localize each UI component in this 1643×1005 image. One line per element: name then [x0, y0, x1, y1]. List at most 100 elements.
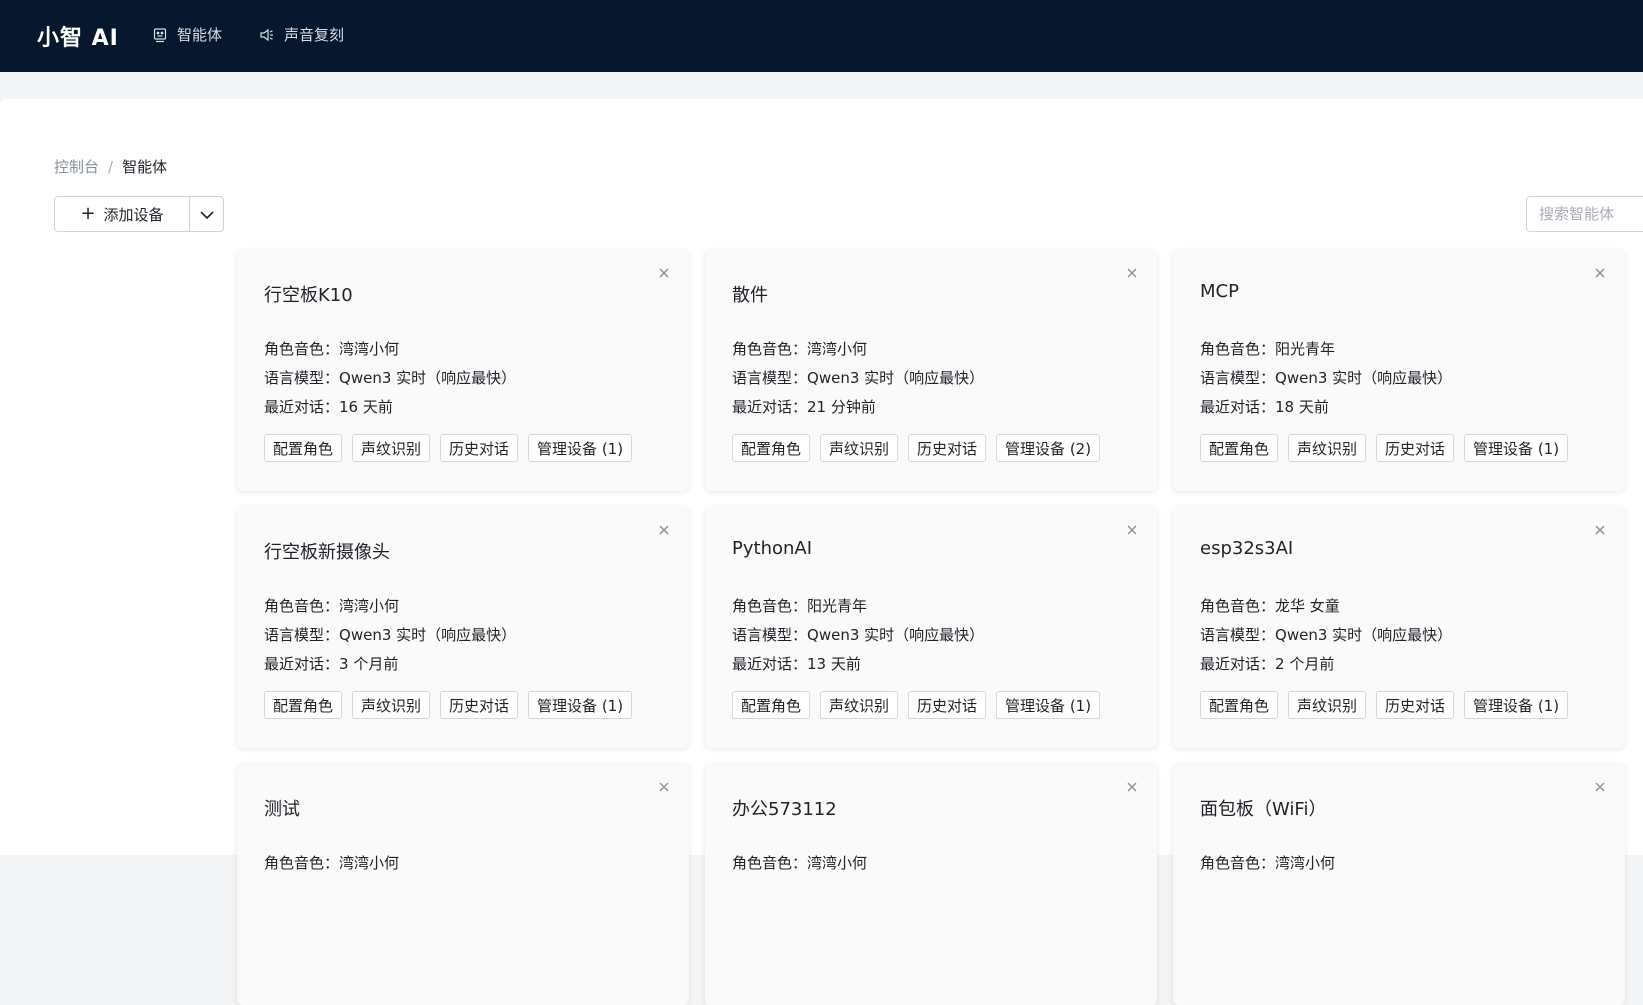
configure-role-button[interactable]: 配置角色: [732, 434, 811, 462]
model-value: Qwen3 实时（响应最快）: [339, 369, 517, 387]
agent-name: 测试: [264, 799, 300, 820]
manage-devices-button[interactable]: 管理设备 (1): [1464, 691, 1569, 719]
agent-info: 角色音色：龙华 女童 语言模型：Qwen3 实时（响应最快） 最近对话：2 个月…: [1200, 592, 1452, 679]
voice-label: 角色音色：: [264, 340, 340, 358]
search-agent-input[interactable]: [1526, 196, 1643, 232]
history-button[interactable]: 历史对话: [440, 434, 519, 462]
configure-role-button[interactable]: 配置角色: [732, 691, 811, 719]
breadcrumb-separator: /: [108, 157, 114, 176]
agent-voice-row: 角色音色：阳光青年: [732, 592, 984, 621]
agent-model-row: 语言模型：Qwen3 实时（响应最快）: [264, 364, 516, 393]
close-icon[interactable]: [657, 780, 671, 794]
manage-devices-button[interactable]: 管理设备 (1): [528, 691, 633, 719]
agent-recent-row: 最近对话：18 天前: [1200, 393, 1452, 422]
voiceprint-button[interactable]: 声纹识别: [352, 691, 431, 719]
manage-devices-button[interactable]: 管理设备 (1): [528, 434, 633, 462]
breadcrumb-console[interactable]: 控制台: [54, 156, 99, 177]
configure-role-button[interactable]: 配置角色: [264, 691, 343, 719]
agent-model-row: 语言模型：Qwen3 实时（响应最快）: [1200, 364, 1452, 393]
voiceprint-button[interactable]: 声纹识别: [352, 434, 431, 462]
agent-model-row: 语言模型：Qwen3 实时（响应最快）: [264, 621, 516, 650]
close-icon[interactable]: [657, 266, 671, 280]
agent-actions: 配置角色 声纹识别 历史对话 管理设备 (2): [732, 434, 1110, 462]
voice-value: 湾湾小何: [339, 597, 400, 615]
configure-role-button[interactable]: 配置角色: [1200, 434, 1279, 462]
model-value: Qwen3 实时（响应最快）: [1275, 626, 1453, 644]
agent-name: 散件: [732, 285, 768, 306]
voice-value: 阳光青年: [807, 597, 868, 615]
model-label: 语言模型：: [264, 626, 340, 644]
voiceprint-button[interactable]: 声纹识别: [820, 434, 899, 462]
voice-label: 角色音色：: [732, 340, 808, 358]
model-value: Qwen3 实时（响应最快）: [807, 626, 985, 644]
voice-value: 湾湾小何: [807, 340, 868, 358]
manage-devices-button[interactable]: 管理设备 (1): [996, 691, 1101, 719]
voice-value: 阳光青年: [1275, 340, 1336, 358]
history-button[interactable]: 历史对话: [908, 691, 987, 719]
nav-item-voice-clone[interactable]: 声音复刻: [259, 24, 344, 45]
agent-recent-row: 最近对话：21 分钟前: [732, 393, 984, 422]
model-value: Qwen3 实时（响应最快）: [339, 626, 517, 644]
close-icon[interactable]: [1125, 266, 1139, 280]
agent-actions: 配置角色 声纹识别 历史对话 管理设备 (1): [1200, 691, 1578, 719]
manage-devices-button[interactable]: 管理设备 (1): [1464, 434, 1569, 462]
robot-icon: [152, 27, 168, 43]
recent-label: 最近对话：: [264, 655, 340, 673]
close-icon[interactable]: [1125, 780, 1139, 794]
history-button[interactable]: 历史对话: [1376, 691, 1455, 719]
agent-voice-row: 角色音色：龙华 女童: [1200, 592, 1452, 621]
agent-recent-row: 最近对话：2 个月前: [1200, 650, 1452, 679]
history-button[interactable]: 历史对话: [1376, 434, 1455, 462]
add-device-button[interactable]: + 添加设备: [55, 197, 189, 231]
agent-name: 行空板K10: [264, 285, 353, 306]
model-label: 语言模型：: [1200, 626, 1276, 644]
agent-recent-row: 最近对话：16 天前: [264, 393, 516, 422]
close-icon[interactable]: [1593, 523, 1607, 537]
agent-name: 办公573112: [732, 799, 837, 820]
manage-devices-button[interactable]: 管理设备 (2): [996, 434, 1101, 462]
agent-info: 角色音色：湾湾小何 语言模型：Qwen3 实时（响应最快） 最近对话：21 分钟…: [732, 335, 984, 422]
voice-label: 角色音色：: [264, 854, 340, 872]
agent-info: 角色音色：湾湾小何 语言模型：Qwen3 实时（响应最快） 最近对话：16 天前: [264, 335, 516, 422]
recent-value: 3 个月前: [339, 655, 399, 673]
agent-voice-row: 角色音色：湾湾小何: [732, 335, 984, 364]
voiceprint-button[interactable]: 声纹识别: [1288, 691, 1367, 719]
agent-card: 行空板新摄像头 角色音色：湾湾小何 语言模型：Qwen3 实时（响应最快） 最近…: [237, 507, 689, 748]
close-icon[interactable]: [657, 523, 671, 537]
recent-label: 最近对话：: [1200, 398, 1276, 416]
agent-card: PythonAI 角色音色：阳光青年 语言模型：Qwen3 实时（响应最快） 最…: [705, 507, 1157, 748]
voiceprint-button[interactable]: 声纹识别: [1288, 434, 1367, 462]
agent-card: 散件 角色音色：湾湾小何 语言模型：Qwen3 实时（响应最快） 最近对话：21…: [705, 250, 1157, 491]
agent-actions: 配置角色 声纹识别 历史对话 管理设备 (1): [264, 434, 642, 462]
agent-model-row: 语言模型：Qwen3 实时（响应最快）: [732, 364, 984, 393]
voiceprint-button[interactable]: 声纹识别: [820, 691, 899, 719]
agent-voice-row: 角色音色：湾湾小何: [264, 592, 516, 621]
model-value: Qwen3 实时（响应最快）: [1275, 369, 1453, 387]
recent-value: 16 天前: [339, 398, 393, 416]
nav-item-label: 智能体: [177, 26, 223, 44]
voice-label: 角色音色：: [1200, 340, 1276, 358]
history-button[interactable]: 历史对话: [440, 691, 519, 719]
close-icon[interactable]: [1593, 780, 1607, 794]
close-icon[interactable]: [1125, 523, 1139, 537]
brand-logo[interactable]: 小智 AI: [37, 20, 119, 52]
voice-label: 角色音色：: [1200, 597, 1276, 615]
add-device-dropdown-toggle[interactable]: [189, 197, 223, 231]
top-navbar: 小智 AI 智能体 声音复刻: [0, 0, 1643, 72]
close-icon[interactable]: [1593, 266, 1607, 280]
agent-voice-row: 角色音色：湾湾小何: [264, 335, 516, 364]
agent-card: 办公573112 角色音色：湾湾小何: [705, 764, 1157, 1005]
agent-voice-row: 角色音色：湾湾小何: [732, 849, 867, 878]
agent-actions: 配置角色 声纹识别 历史对话 管理设备 (1): [1200, 434, 1578, 462]
nav-item-agents[interactable]: 智能体: [152, 24, 222, 45]
agent-info: 角色音色：湾湾小何: [1200, 849, 1335, 878]
breadcrumb: 控制台 / 智能体: [54, 156, 167, 177]
voice-value: 龙华 女童: [1275, 597, 1340, 615]
configure-role-button[interactable]: 配置角色: [1200, 691, 1279, 719]
voice-value: 湾湾小何: [807, 854, 868, 872]
history-button[interactable]: 历史对话: [908, 434, 987, 462]
recent-value: 18 天前: [1275, 398, 1329, 416]
model-label: 语言模型：: [1200, 369, 1276, 387]
agent-info: 角色音色：湾湾小何: [732, 849, 867, 878]
configure-role-button[interactable]: 配置角色: [264, 434, 343, 462]
